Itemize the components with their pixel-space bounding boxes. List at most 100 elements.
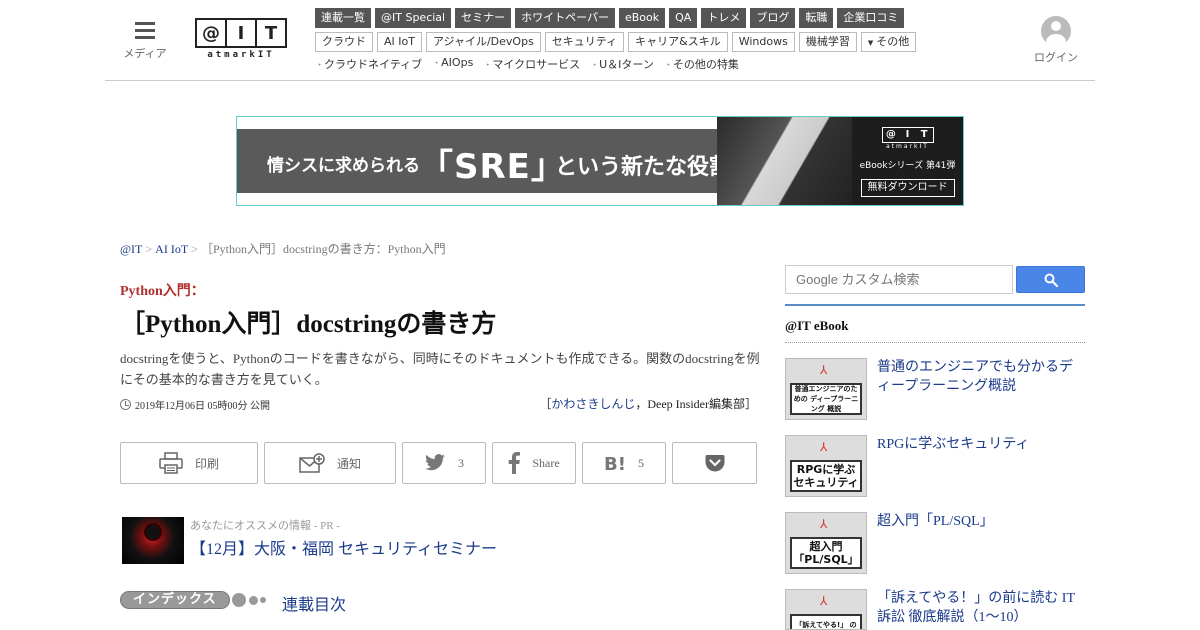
banner-download-button[interactable]: 無料ダウンロード	[860, 179, 955, 197]
print-button[interactable]: 印刷	[120, 442, 258, 484]
nav-item-whitepaper[interactable]: ホワイトペーパー	[515, 8, 615, 28]
ebook-cover: ⅄ RPGに学ぶ セキュリティ	[785, 435, 867, 497]
banner-text-right: という新たな役割	[555, 155, 732, 180]
ebook-cover-title: 「訴えてやる!」 の前に読む	[790, 614, 862, 629]
breadcrumb-separator: >	[191, 242, 198, 256]
nav-item-cloud[interactable]: クラウド	[315, 32, 373, 52]
nav-item-career[interactable]: キャリア&スキル	[628, 32, 728, 52]
login-label: ログイン	[1034, 51, 1078, 64]
pdf-icon: ⅄	[820, 594, 828, 608]
nav-item-more[interactable]: ▼ その他	[860, 32, 917, 52]
nav-item-ai-iot[interactable]: AI IoT	[377, 32, 422, 52]
ebook-item[interactable]: ⅄ 「訴えてやる!」 の前に読む 「訴えてやる！」の前に読む IT訴訟 徹底解説…	[785, 589, 1085, 630]
banner-logo-sub: atmarkIT	[886, 143, 929, 150]
login-button[interactable]: ログイン	[1031, 16, 1081, 65]
ebook-title[interactable]: 「訴えてやる！」の前に読む IT訴訟 徹底解説（1～10）	[877, 589, 1085, 627]
hatena-bookmark-button[interactable]: B! 5	[582, 442, 666, 484]
pdf-icon: ⅄	[820, 517, 828, 531]
publish-date-text: 2019年12月06日 05時00分 公開	[135, 401, 270, 412]
ebook-cover-title: RPGに学ぶ セキュリティ	[790, 460, 862, 492]
index-dot	[248, 595, 258, 605]
index-dot	[231, 593, 246, 607]
global-nav: 連載一覧 @IT Special セミナー ホワイトペーパー eBook QA …	[315, 8, 955, 72]
media-menu-button[interactable]: メディア	[121, 22, 169, 61]
series-index-link[interactable]: 連載目次	[282, 591, 346, 615]
nav-link-ui-turn[interactable]: U＆Iターン	[590, 56, 654, 72]
nav-item-windows[interactable]: Windows	[731, 32, 795, 52]
pr-recommendation[interactable]: あなたにオススメの情報 - PR - 【12月】大阪・福岡 セキュリティセミナー	[122, 517, 742, 565]
breadcrumb-separator: >	[145, 242, 153, 256]
ebook-item[interactable]: ⅄ 超入門 「PL/SQL」 超入門「PL/SQL」	[785, 512, 1085, 574]
nav-item-jobs[interactable]: 転職	[799, 8, 834, 28]
search-input[interactable]	[785, 265, 1013, 294]
ebook-cover: ⅄ 超入門 「PL/SQL」	[785, 512, 867, 574]
breadcrumb-home[interactable]: @IT	[120, 242, 142, 256]
print-icon	[159, 452, 183, 474]
banner-logo-letter: @	[885, 129, 896, 140]
ebook-item[interactable]: ⅄ 普通エンジニアのための ディープラーニング 概説 普通のエンジニアでも分かる…	[785, 358, 1085, 420]
nav-link-microservices[interactable]: マイクロサービス	[483, 56, 580, 72]
nav-link-other-features[interactable]: その他の特集	[664, 56, 739, 72]
nav-link-aiops[interactable]: AIOps	[432, 56, 473, 72]
article-lead: docstringを使うと、Pythonのコードを書きながら、同時にそのドキュメ…	[120, 351, 760, 387]
nav-item-blog[interactable]: ブログ	[750, 8, 796, 28]
ebook-item[interactable]: ⅄ RPGに学ぶ セキュリティ RPGに学ぶセキュリティ	[785, 435, 1085, 497]
index-dot	[259, 597, 266, 603]
nav-item-treme[interactable]: トレメ	[701, 8, 747, 28]
nav-item-reviews[interactable]: 企業口コミ	[837, 8, 905, 28]
series-label[interactable]: Python入門：	[120, 280, 205, 300]
nav-primary: 連載一覧 @IT Special セミナー ホワイトペーパー eBook QA …	[315, 8, 955, 28]
ebook-title[interactable]: 超入門「PL/SQL」	[877, 512, 1085, 531]
pdf-icon: ⅄	[820, 363, 828, 377]
facebook-icon	[509, 452, 521, 474]
triangle-down-icon: ▼	[867, 39, 874, 47]
ad-banner[interactable]: 情シスに求められる 「SRE」 という新たな役割 @ I T atmarkIT …	[236, 116, 964, 206]
banner-logo-letter: I	[905, 129, 910, 140]
ebook-title[interactable]: 普通のエンジニアでも分かるディープラーニング概説	[877, 358, 1085, 396]
nav-link-cloud-native[interactable]: クラウドネイティブ	[315, 56, 422, 72]
twitter-share-button[interactable]: 3	[402, 442, 486, 484]
nav-tertiary: クラウドネイティブ AIOps マイクロサービス U＆Iターン その他の特集	[315, 56, 955, 72]
breadcrumb: @IT > AI IoT > ［Python入門］docstringの書き方：Pytho…	[120, 240, 446, 257]
banner-text-left: 情シスに求められる	[267, 156, 420, 176]
breadcrumb-section[interactable]: AI IoT	[155, 242, 188, 256]
mail-plus-icon	[299, 453, 325, 473]
notify-button[interactable]: 通知	[264, 442, 396, 484]
twitter-icon	[425, 454, 445, 471]
pr-tag: あなたにオススメの情報 - PR -	[190, 520, 341, 532]
breadcrumb-current: ［Python入門］docstringの書き方：Python入門	[200, 242, 446, 256]
nav-secondary: クラウド AI IoT アジャイル/DevOps セキュリティ キャリア&スキル…	[315, 32, 955, 52]
site-logo[interactable]: @ I T atmarkIT	[195, 18, 287, 64]
search-button[interactable]	[1016, 266, 1085, 293]
banner-photo	[717, 117, 852, 205]
nav-item-qa[interactable]: QA	[669, 8, 698, 28]
author-rest: ，Deep Insider編集部］	[635, 397, 757, 411]
author-link[interactable]: かわさきしんじ	[551, 397, 635, 411]
pocket-button[interactable]	[672, 442, 757, 484]
ebook-heading: @IT eBook	[785, 304, 1085, 343]
nav-item-security[interactable]: セキュリティ	[544, 32, 625, 52]
article-title: ［Python入門］docstringの書き方	[120, 311, 497, 338]
hatena-count: 5	[638, 455, 644, 470]
nav-item-seminar[interactable]: セミナー	[455, 8, 512, 28]
nav-item-ml[interactable]: 機械学習	[798, 32, 857, 52]
nav-item-ebook[interactable]: eBook	[618, 8, 666, 28]
author-line: ［かわさきしんじ，Deep Insider編集部］	[539, 395, 757, 412]
pr-headline[interactable]: 【12月】大阪・福岡 セキュリティセミナー	[190, 535, 497, 559]
twitter-count: 3	[458, 455, 464, 470]
banner-logo: @ I T	[881, 127, 934, 143]
banner-logo-letter: T	[920, 129, 928, 140]
ebook-cover: ⅄ 普通エンジニアのための ディープラーニング 概説	[785, 358, 867, 420]
ebook-cover-title: 普通エンジニアのための ディープラーニング 概説	[790, 383, 862, 415]
ebook-title[interactable]: RPGに学ぶセキュリティ	[877, 435, 1085, 454]
hatena-bookmark-icon: B!	[604, 454, 626, 472]
logo-letter: I	[225, 20, 257, 46]
notify-label: 通知	[336, 456, 361, 471]
pocket-icon	[705, 455, 724, 472]
nav-item-series[interactable]: 連載一覧	[315, 8, 371, 28]
user-avatar-icon	[1041, 16, 1071, 46]
facebook-share-button[interactable]: Share	[492, 442, 576, 484]
logo-letter: @	[197, 20, 225, 46]
nav-item-agile-devops[interactable]: アジャイル/DevOps	[425, 32, 541, 52]
nav-item-special[interactable]: @IT Special	[375, 8, 452, 28]
